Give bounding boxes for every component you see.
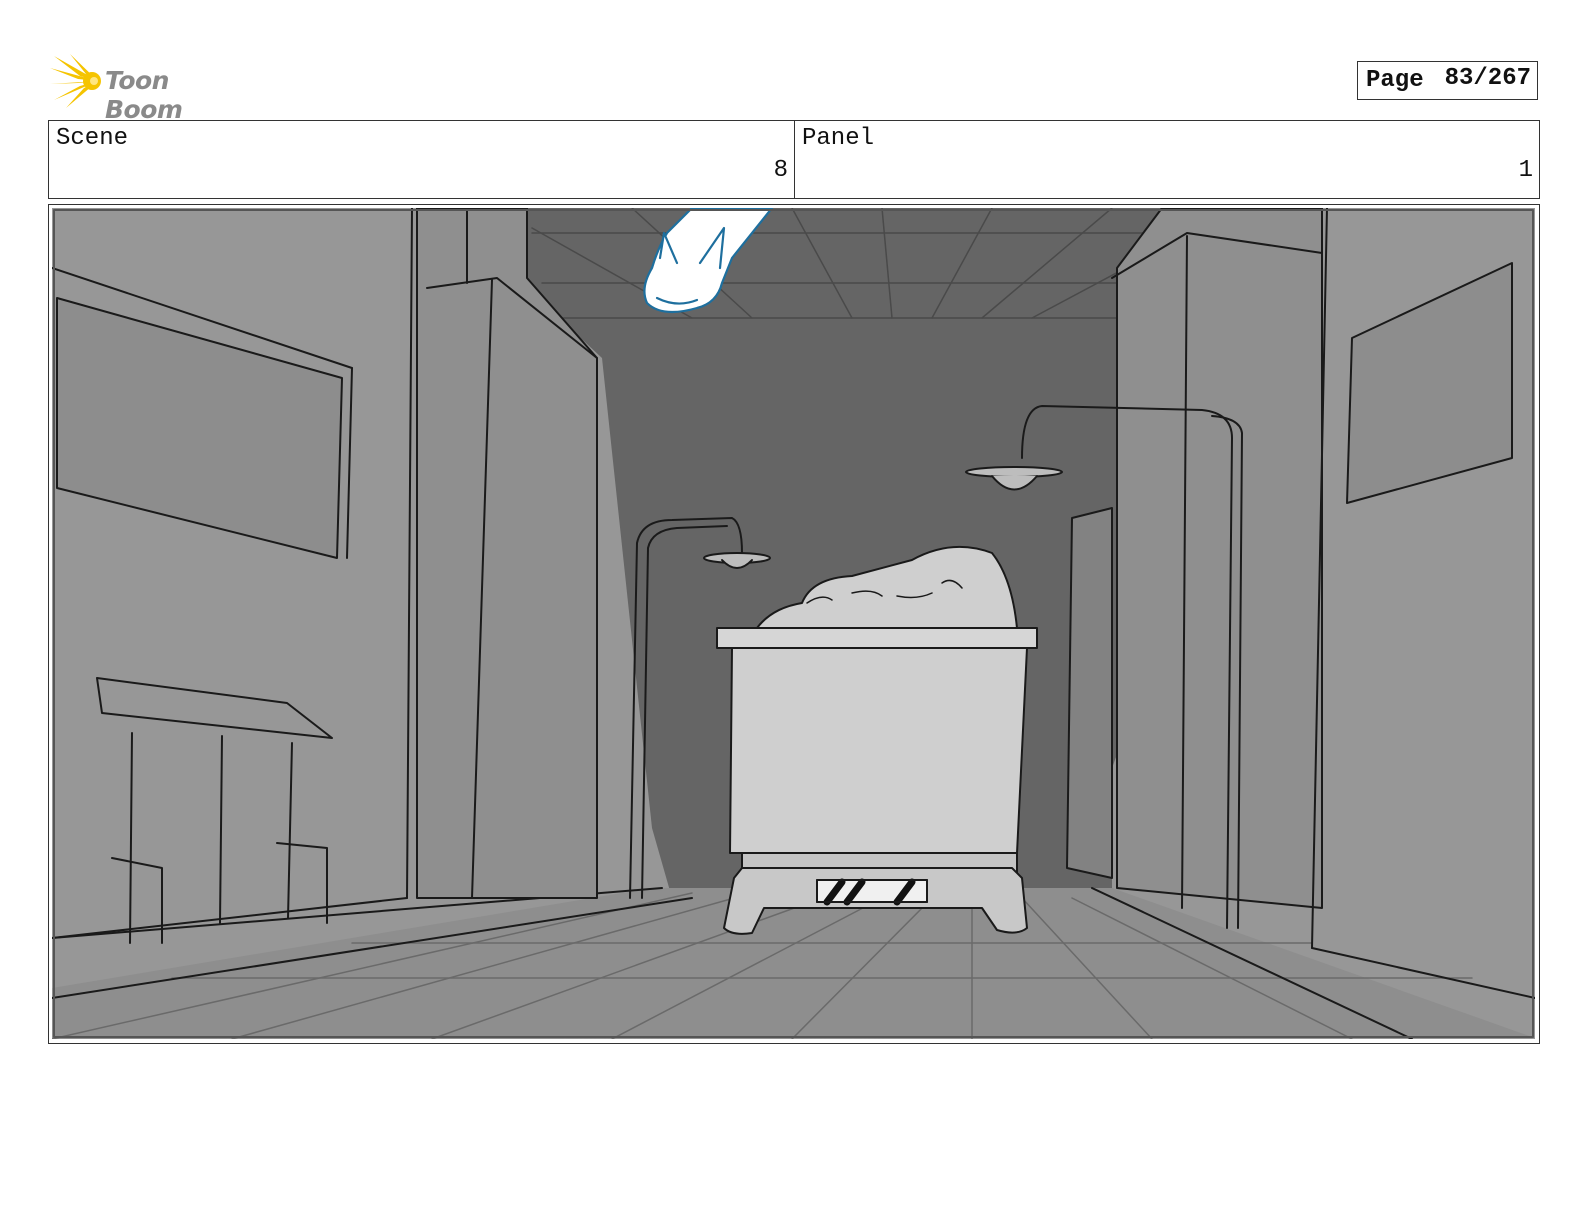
toon-boom-logo: Toon Boom xyxy=(50,54,250,124)
scene-number: 8 xyxy=(773,157,788,184)
scene-cell: Scene 8 xyxy=(49,121,795,198)
scene-panel-info: Scene 8 Panel 1 xyxy=(48,120,1540,199)
panel-cell: Panel 1 xyxy=(795,121,1539,198)
scene-label: Scene xyxy=(56,125,129,152)
page-indicator: Page 83/267 xyxy=(1357,61,1538,100)
panel-number: 1 xyxy=(1518,157,1533,184)
logo-text: Toon Boom xyxy=(105,66,183,124)
storyboard-frame xyxy=(48,204,1540,1044)
starburst-icon xyxy=(50,54,101,108)
page-label: Page xyxy=(1366,67,1424,94)
storyboard-drawing xyxy=(52,208,1535,1039)
page-number: 83/267 xyxy=(1444,65,1531,92)
panel-label: Panel xyxy=(802,125,875,152)
